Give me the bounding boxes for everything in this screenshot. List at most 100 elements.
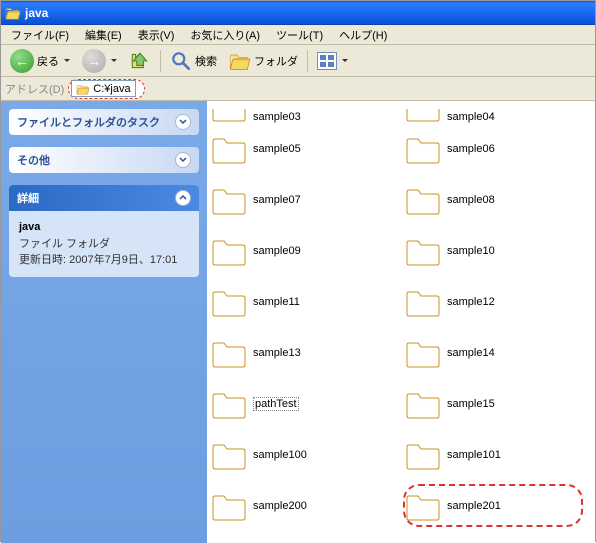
folder-name: sample06	[447, 143, 495, 155]
folder-item[interactable]: sample13	[207, 327, 401, 378]
address-field[interactable]: C:¥java	[71, 80, 135, 97]
folder-icon	[211, 133, 247, 165]
other-panel-header[interactable]: その他	[9, 147, 199, 173]
folder-name: sample100	[253, 449, 307, 461]
folder-icon	[76, 83, 90, 95]
folder-item[interactable]: sample12	[401, 276, 595, 327]
menu-favorites[interactable]: お気に入り(A)	[182, 25, 268, 45]
views-icon	[317, 52, 337, 70]
folder-name: sample09	[253, 245, 301, 257]
separator	[160, 50, 161, 72]
toolbar: ← 戻る → 検索 フォルダ	[1, 45, 595, 77]
folder-item[interactable]: sample10	[401, 225, 595, 276]
folder-icon	[405, 490, 441, 522]
folder-icon	[5, 5, 21, 21]
folder-item[interactable]: sample201	[401, 480, 595, 531]
folder-name: sample07	[253, 194, 301, 206]
folder-item[interactable]: sample101	[401, 429, 595, 480]
main-area: ファイルとフォルダのタスク その他 詳細 java ファイル フォルダ 更新日時…	[1, 101, 595, 543]
folder-icon	[405, 286, 441, 318]
search-button[interactable]: 検索	[165, 47, 222, 75]
back-button[interactable]: ← 戻る	[5, 47, 75, 75]
folder-icon	[405, 388, 441, 420]
chevron-down-icon	[111, 59, 117, 62]
folder-item[interactable]: sample03	[207, 103, 401, 123]
tasks-panel-header[interactable]: ファイルとフォルダのタスク	[9, 109, 199, 135]
folder-icon	[211, 109, 247, 123]
folder-icon	[211, 439, 247, 471]
folder-icon	[405, 337, 441, 369]
folder-item[interactable]: sample100	[207, 429, 401, 480]
folder-item[interactable]: sample15	[401, 378, 595, 429]
details-panel: 詳細 java ファイル フォルダ 更新日時: 2007年7月9日、17:01	[9, 185, 199, 277]
folder-icon	[405, 109, 441, 123]
folder-name: sample13	[253, 347, 301, 359]
search-icon	[170, 50, 192, 72]
folder-item[interactable]: sample05	[207, 123, 401, 174]
up-icon	[129, 50, 151, 72]
folder-icon	[211, 388, 247, 420]
folder-icon	[211, 235, 247, 267]
folder-item[interactable]: sample14	[401, 327, 595, 378]
folder-name: pathTest	[253, 397, 299, 411]
folder-icon	[211, 490, 247, 522]
menu-file[interactable]: ファイル(F)	[3, 25, 77, 45]
titlebar: java	[1, 1, 595, 25]
sidebar: ファイルとフォルダのタスク その他 詳細 java ファイル フォルダ 更新日時…	[1, 101, 207, 543]
folder-icon	[405, 133, 441, 165]
details-body: java ファイル フォルダ 更新日時: 2007年7月9日、17:01	[9, 211, 199, 277]
address-highlight: C:¥java	[68, 79, 144, 99]
address-label: アドレス(D)	[5, 81, 64, 97]
folder-icon	[211, 184, 247, 216]
separator	[307, 50, 308, 72]
folder-item[interactable]: sample06	[401, 123, 595, 174]
forward-button[interactable]: →	[77, 47, 122, 75]
search-label: 検索	[195, 53, 217, 69]
folder-item[interactable]: sample08	[401, 174, 595, 225]
folder-name: sample201	[447, 500, 501, 512]
details-modified: 更新日時: 2007年7月9日、17:01	[19, 252, 189, 269]
details-title: 詳細	[17, 190, 39, 206]
folder-icon	[405, 184, 441, 216]
menubar: ファイル(F) 編集(E) 表示(V) お気に入り(A) ツール(T) ヘルプ(…	[1, 25, 595, 45]
folder-item[interactable]: sample09	[207, 225, 401, 276]
folder-item[interactable]: sample04	[401, 103, 595, 123]
forward-icon: →	[82, 49, 106, 73]
back-label: 戻る	[37, 53, 59, 69]
other-title: その他	[17, 152, 50, 168]
folders-button[interactable]: フォルダ	[224, 47, 303, 75]
folder-name: sample15	[447, 398, 495, 410]
menu-view[interactable]: 表示(V)	[130, 25, 183, 45]
up-button[interactable]	[124, 47, 156, 75]
file-area[interactable]: sample03 sample04 sample05 sample06 sample0…	[207, 101, 595, 543]
menu-tools[interactable]: ツール(T)	[268, 25, 331, 45]
menu-help[interactable]: ヘルプ(H)	[331, 25, 395, 45]
folder-item[interactable]: pathTest	[207, 378, 401, 429]
folder-item[interactable]: sample07	[207, 174, 401, 225]
folder-icon	[405, 439, 441, 471]
folder-name: sample101	[447, 449, 501, 461]
folder-name: sample05	[253, 143, 301, 155]
chevron-down-icon	[175, 114, 191, 130]
folder-name: sample03	[253, 111, 301, 123]
folders-label: フォルダ	[254, 53, 298, 69]
folder-item[interactable]: sample11	[207, 276, 401, 327]
window-title: java	[25, 6, 48, 20]
tasks-title: ファイルとフォルダのタスク	[17, 114, 160, 130]
folder-item[interactable]: sample200	[207, 480, 401, 531]
folder-name: sample12	[447, 296, 495, 308]
menu-edit[interactable]: 編集(E)	[77, 25, 130, 45]
details-type: ファイル フォルダ	[19, 236, 189, 253]
chevron-down-icon	[64, 59, 70, 62]
folder-name: sample11	[253, 296, 300, 308]
folder-name: sample200	[253, 500, 307, 512]
details-name: java	[19, 219, 189, 236]
back-icon: ←	[10, 49, 34, 73]
address-path: C:¥java	[93, 83, 130, 95]
details-panel-header[interactable]: 詳細	[9, 185, 199, 211]
folder-name: sample08	[447, 194, 495, 206]
views-button[interactable]	[312, 47, 353, 75]
tasks-panel: ファイルとフォルダのタスク	[9, 109, 199, 135]
chevron-down-icon	[342, 59, 348, 62]
folder-icon	[405, 235, 441, 267]
